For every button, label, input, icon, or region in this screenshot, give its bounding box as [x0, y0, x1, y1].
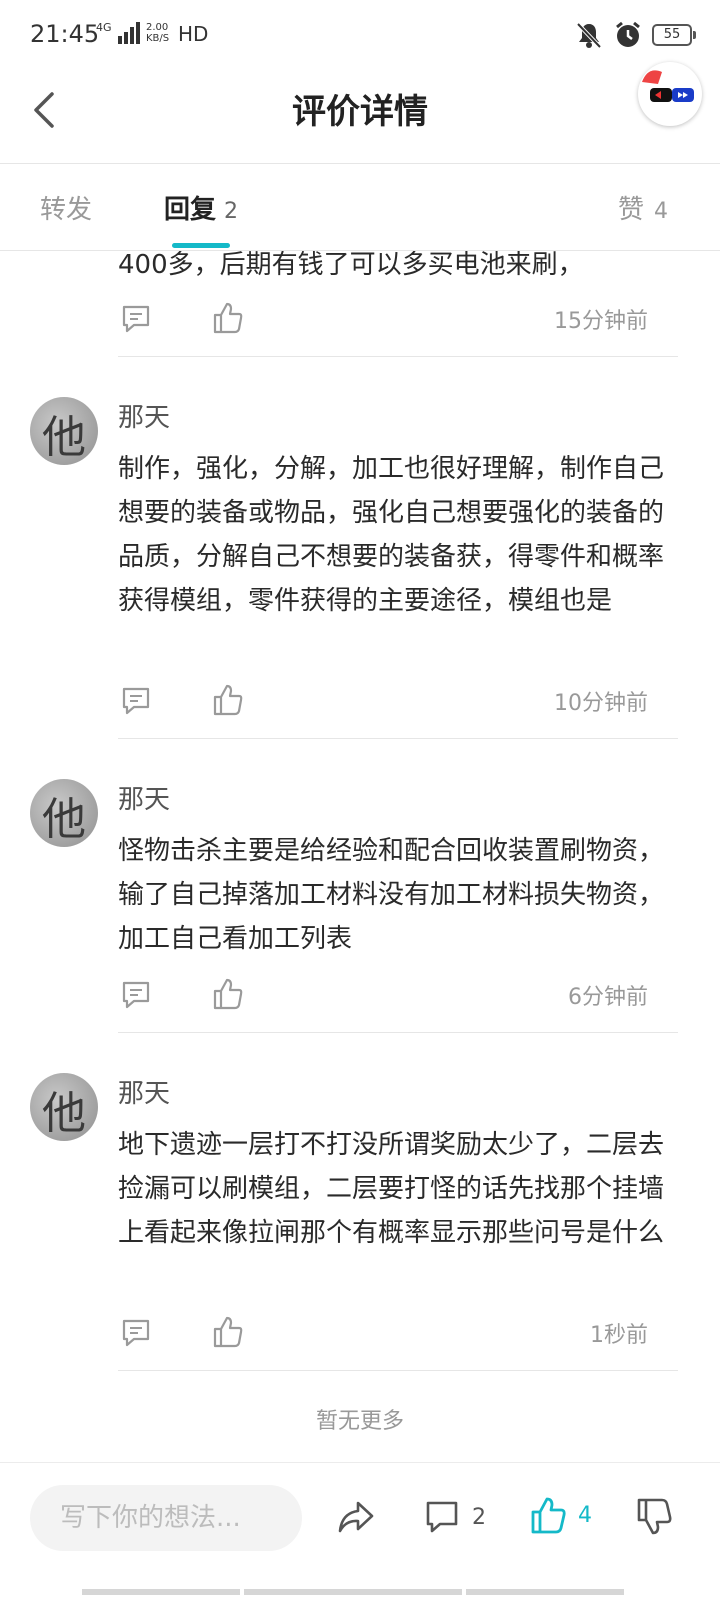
comment-icon: [426, 1501, 458, 1533]
divider: [118, 1370, 678, 1371]
tab-reply-count: 2: [224, 199, 239, 224]
reply-text: 怪物击杀主要是给经验和配合回收装置刷物资，输了自己掉落加工材料没有加工材料损失物…: [118, 836, 665, 954]
reply-text: 地下遗迹一层打不打没所谓奖励太少了，二层去捡漏可以刷模组，二层要打怪的话先找那个…: [118, 1130, 665, 1248]
reply-time: 1秒前: [590, 1323, 648, 1348]
nav-gesture-bar: [82, 1589, 240, 1595]
reply-text: 400多，后期有钱了可以多买电池来刷，: [118, 251, 584, 280]
comment-count: 2: [472, 1504, 486, 1530]
reply-list[interactable]: 400多，后期有钱了可以多买电池来刷， 15分钟前 他 那天 制作，强化，分解，…: [0, 251, 720, 1461]
reply-item: 他 那天 地下遗迹一层打不打没所谓奖励太少了，二层去捡漏可以刷模组，二层要打怪的…: [0, 1033, 720, 1371]
share-icon[interactable]: [336, 1497, 376, 1537]
reply-time: 15分钟前: [554, 309, 648, 334]
speed-value: 2.00: [146, 22, 169, 33]
reply-text: 制作，强化，分解，加工也很好理解，制作自己想要的装备或物品，强化自己想要强化的装…: [118, 454, 665, 616]
avatar[interactable]: 他: [30, 1073, 98, 1141]
tab-reply-label: 回复: [164, 195, 217, 225]
comment-button[interactable]: 2: [424, 1497, 486, 1537]
active-tab-indicator: [172, 243, 230, 248]
like-icon: [531, 1497, 566, 1534]
comment-icon[interactable]: [120, 685, 152, 717]
tab-bar: 转发 回复 2 赞4: [0, 165, 720, 251]
reply-actions: 10分钟前: [118, 683, 678, 723]
network-type: 4G: [96, 21, 112, 34]
bottom-action-bar: 写下你的想法... 2 4: [0, 1462, 720, 1600]
avatar[interactable]: 他: [30, 779, 98, 847]
dislike-icon[interactable]: [636, 1497, 672, 1537]
game-assistant-icon: [642, 70, 694, 102]
page-header: 评价详情: [0, 70, 720, 164]
reply-item: 他 那天 怪物击杀主要是给经验和配合回收装置刷物资，输了自己掉落加工材料没有加工…: [0, 739, 720, 1033]
status-time: 21:45: [30, 20, 100, 48]
comment-icon[interactable]: [120, 303, 152, 335]
avatar-char: 他: [42, 412, 86, 463]
reply-actions: 6分钟前: [118, 977, 678, 1017]
tab-forward-label: 转发: [40, 195, 93, 225]
like-icon[interactable]: [212, 301, 244, 335]
like-count: 4: [578, 1502, 592, 1528]
comment-icon[interactable]: [120, 1317, 152, 1349]
signal-icon: [118, 22, 140, 44]
avatar-char: 他: [42, 794, 86, 845]
tab-like-label: 赞: [617, 195, 644, 225]
like-icon[interactable]: [212, 977, 244, 1011]
reply-item: 他 那天 制作，强化，分解，加工也很好理解，制作自己想要的装备或物品，强化自己想…: [0, 357, 720, 739]
mute-icon: [576, 22, 602, 49]
reply-item: 400多，后期有钱了可以多买电池来刷， 15分钟前: [0, 251, 720, 357]
tab-like-count: 4: [654, 199, 668, 224]
floating-overlay-button[interactable]: [638, 62, 702, 126]
hd-indicator: HD: [178, 22, 209, 46]
reply-time: 10分钟前: [554, 691, 648, 716]
network-speed: 2.00 KB/S: [146, 22, 169, 44]
like-icon[interactable]: [212, 1315, 244, 1349]
avatar-char: 他: [42, 1088, 86, 1139]
status-bar: 21:45 4G 2.00 KB/S HD 55: [0, 0, 720, 70]
reply-actions: 1秒前: [118, 1315, 678, 1355]
tab-reply[interactable]: 回复 2: [164, 189, 238, 226]
avatar[interactable]: 他: [30, 397, 98, 465]
like-button[interactable]: 4: [530, 1495, 592, 1535]
tab-forward[interactable]: 转发: [40, 189, 92, 226]
reply-time: 6分钟前: [568, 985, 648, 1010]
reply-actions: 15分钟前: [118, 301, 678, 341]
page-title: 评价详情: [292, 92, 428, 132]
tab-like[interactable]: 赞4: [618, 189, 668, 226]
like-icon[interactable]: [212, 683, 244, 717]
nav-gesture-bar: [244, 1589, 462, 1595]
no-more-text: 暂无更多: [315, 1409, 404, 1434]
reply-author[interactable]: 那天: [118, 779, 170, 816]
reply-author[interactable]: 那天: [118, 397, 170, 434]
comment-icon[interactable]: [120, 979, 152, 1011]
comment-input[interactable]: 写下你的想法...: [30, 1485, 302, 1551]
nav-gesture-bar: [466, 1589, 624, 1595]
speed-unit: KB/S: [146, 33, 170, 44]
reply-author[interactable]: 那天: [118, 1073, 170, 1110]
battery-indicator: 55: [652, 24, 696, 46]
alarm-icon: [616, 21, 640, 47]
status-icons: 55: [574, 20, 696, 50]
